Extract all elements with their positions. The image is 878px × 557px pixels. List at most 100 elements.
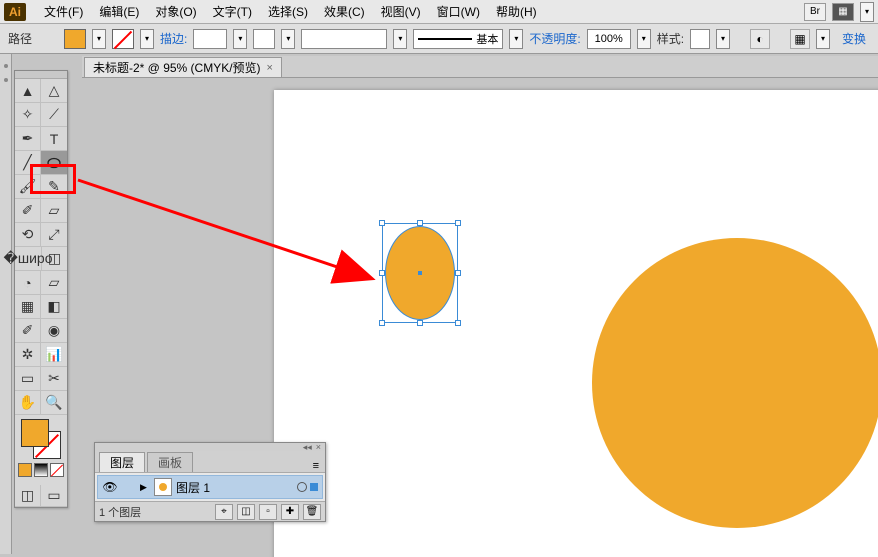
graph-tool[interactable]: 📊 xyxy=(41,343,67,367)
panel-menu-icon[interactable]: ≡ xyxy=(307,460,325,472)
resize-handle-br[interactable] xyxy=(455,320,461,326)
fill-swatch[interactable] xyxy=(64,29,86,49)
delete-layer-icon[interactable]: 🗑 xyxy=(303,504,321,520)
resize-handle-tl[interactable] xyxy=(379,220,385,226)
blend-tool[interactable]: ◉ xyxy=(41,319,67,343)
stroke-weight-dropdown[interactable]: ▾ xyxy=(233,29,247,49)
opacity-label[interactable]: 不透明度: xyxy=(529,30,580,47)
selection-tool[interactable]: ▲ xyxy=(15,79,41,103)
menu-view[interactable]: 视图(V) xyxy=(373,3,429,20)
align-icon[interactable]: ▦ xyxy=(790,29,810,49)
large-circle-shape[interactable] xyxy=(592,238,878,528)
target-icon[interactable] xyxy=(297,482,307,492)
direct-selection-tool[interactable]: △ xyxy=(41,79,67,103)
magic-wand-tool[interactable]: ✧ xyxy=(15,103,41,127)
resize-handle-ml[interactable] xyxy=(379,270,385,276)
slice-tool[interactable]: ✂ xyxy=(41,367,67,391)
ellipse-tool[interactable] xyxy=(41,151,67,175)
new-layer-icon[interactable]: ✚ xyxy=(281,504,299,520)
menu-effect[interactable]: 效果(C) xyxy=(316,3,373,20)
stroke-profile[interactable]: 基本 xyxy=(413,29,503,49)
panel-grip[interactable]: ◂◂ × xyxy=(95,443,325,451)
type-tool[interactable]: T xyxy=(41,127,67,151)
menu-type[interactable]: 文字(T) xyxy=(205,3,260,20)
selected-ellipse-group[interactable] xyxy=(382,223,458,323)
pen-tool[interactable]: ✒ xyxy=(15,127,41,151)
width-tool[interactable]: �широ xyxy=(15,247,42,271)
stroke-label[interactable]: 描边: xyxy=(160,30,187,47)
locate-object-icon[interactable]: ⌖ xyxy=(215,504,233,520)
opacity-dropdown[interactable]: ▾ xyxy=(637,29,651,49)
eyedropper-tool[interactable]: ✐ xyxy=(15,319,41,343)
menu-select[interactable]: 选择(S) xyxy=(260,3,316,20)
perspective-tool[interactable]: ▱ xyxy=(41,271,67,295)
menu-object[interactable]: 对象(O) xyxy=(147,3,204,20)
line-tool[interactable]: ╱ xyxy=(15,151,41,175)
tab-artboards[interactable]: 画板 xyxy=(147,452,193,472)
hand-tool[interactable]: ✋ xyxy=(15,391,41,415)
eraser-tool[interactable]: ▱ xyxy=(41,199,67,223)
shape-builder-tool[interactable]: ◔ xyxy=(15,271,41,295)
fill-dropdown[interactable]: ▾ xyxy=(92,29,106,49)
style-dropdown[interactable]: ▾ xyxy=(716,29,730,49)
disclosure-triangle-icon[interactable]: ▶ xyxy=(140,482,150,493)
brush-def-input[interactable] xyxy=(301,29,387,49)
profile-dropdown[interactable]: ▾ xyxy=(509,29,523,49)
stroke-weight-input[interactable] xyxy=(193,29,227,49)
fill-proxy[interactable] xyxy=(21,419,49,447)
make-clip-icon[interactable]: ◫ xyxy=(237,504,255,520)
resize-handle-mr[interactable] xyxy=(455,270,461,276)
free-transform-tool[interactable]: ◫ xyxy=(42,247,67,271)
variable-width-dropdown[interactable]: ▾ xyxy=(281,29,295,49)
menu-edit[interactable]: 编辑(E) xyxy=(91,3,147,20)
variable-width-input[interactable] xyxy=(253,29,275,49)
stroke-preview-line xyxy=(418,38,472,40)
color-mode-solid[interactable] xyxy=(18,463,32,477)
lasso-tool[interactable]: ⟋ xyxy=(41,103,67,127)
screen-mode-button[interactable]: ▭ xyxy=(41,485,67,507)
bridge-button[interactable]: Br xyxy=(804,3,826,21)
layer-thumbnail xyxy=(154,478,172,496)
toolbox-grip[interactable] xyxy=(15,71,67,79)
recolor-icon[interactable]: ◐ xyxy=(750,29,770,49)
layer-name-label[interactable]: 图层 1 xyxy=(176,479,293,496)
arrange-dropdown[interactable]: ▾ xyxy=(860,2,874,22)
resize-handle-bl[interactable] xyxy=(379,320,385,326)
color-mode-gradient[interactable] xyxy=(34,463,48,477)
color-mode-none[interactable] xyxy=(50,463,64,477)
paintbrush-tool[interactable]: 🖌 xyxy=(15,175,41,199)
new-sublayer-icon[interactable]: ▫ xyxy=(259,504,277,520)
tab-layers[interactable]: 图层 xyxy=(99,452,145,472)
close-tab-icon[interactable]: × xyxy=(267,62,273,74)
pencil-tool[interactable]: ✎ xyxy=(41,175,67,199)
opacity-input[interactable]: 100% xyxy=(587,29,631,49)
menu-help[interactable]: 帮助(H) xyxy=(488,3,545,20)
panel-collapse-icon[interactable]: ◂◂ xyxy=(303,442,312,453)
layer-row-1[interactable]: 👁 ▶ 图层 1 xyxy=(97,475,323,499)
panel-close-icon[interactable]: × xyxy=(316,442,321,452)
align-dropdown[interactable]: ▾ xyxy=(816,29,830,49)
left-dock-strip[interactable] xyxy=(0,54,12,554)
resize-handle-bm[interactable] xyxy=(417,320,423,326)
artboard-tool[interactable]: ▭ xyxy=(15,367,41,391)
blob-brush-tool[interactable]: ✐ xyxy=(15,199,41,223)
zoom-tool[interactable]: 🔍 xyxy=(41,391,67,415)
stroke-dropdown[interactable]: ▾ xyxy=(140,29,154,49)
draw-mode-button[interactable]: ◫ xyxy=(15,485,41,507)
transform-link[interactable]: 变换 xyxy=(842,30,866,47)
gradient-tool[interactable]: ◧ xyxy=(41,295,67,319)
menu-window[interactable]: 窗口(W) xyxy=(429,3,488,20)
symbol-sprayer-tool[interactable]: ✲ xyxy=(15,343,41,367)
stroke-swatch[interactable] xyxy=(112,29,134,49)
scale-tool[interactable]: ⤢ xyxy=(41,223,67,247)
mesh-tool[interactable]: ▦ xyxy=(15,295,41,319)
brush-dropdown[interactable]: ▾ xyxy=(393,29,407,49)
document-tab[interactable]: 未标题-2* @ 95% (CMYK/预览) × xyxy=(84,57,282,77)
arrange-docs-button[interactable]: ▦ xyxy=(832,3,854,21)
visibility-toggle-icon[interactable]: 👁 xyxy=(102,480,118,494)
menu-file[interactable]: 文件(F) xyxy=(36,3,91,20)
rotate-tool[interactable]: ⟲ xyxy=(15,223,41,247)
resize-handle-tr[interactable] xyxy=(455,220,461,226)
graphic-style-swatch[interactable] xyxy=(690,29,710,49)
resize-handle-tm[interactable] xyxy=(417,220,423,226)
